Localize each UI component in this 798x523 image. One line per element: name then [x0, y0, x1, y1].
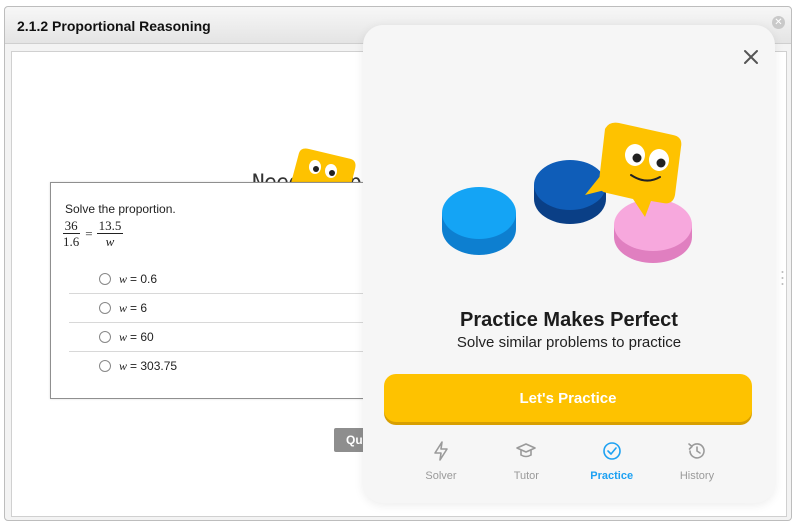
radio-button[interactable]	[99, 273, 111, 285]
light-blue-disc-icon	[442, 187, 516, 255]
proportion-equation: 36 1.6 = 13.5 w	[59, 218, 125, 249]
answer-choice[interactable]: w = 303.75	[69, 352, 389, 380]
lets-practice-button[interactable]: Let's Practice	[384, 374, 752, 422]
left-fraction: 36 1.6	[61, 218, 81, 249]
left-numerator: 36	[62, 218, 80, 234]
answer-choice[interactable]: w = 6	[69, 294, 389, 323]
right-numerator: 13.5	[96, 218, 124, 234]
panel-title: Practice Makes Perfect	[460, 309, 678, 331]
bottom-tab-bar: Solver Tutor Practice History	[403, 440, 735, 484]
question-prompt: Solve the proportion.	[65, 202, 176, 216]
question-card: Solve the proportion. 36 1.6 = 13.5 w w …	[50, 182, 389, 399]
history-icon	[688, 443, 705, 459]
lightning-icon	[434, 441, 448, 461]
graduation-cap-icon	[516, 443, 537, 458]
equals-sign: =	[85, 225, 93, 241]
tab-label: Solver	[425, 470, 457, 482]
radio-button[interactable]	[99, 302, 111, 314]
answer-choices: w = 0.6 w = 6 w = 60 w = 303.75	[69, 265, 389, 380]
right-denominator: w	[105, 234, 115, 249]
practice-illustration	[442, 122, 692, 263]
tab-tutor[interactable]: Tutor	[488, 440, 564, 484]
window-title: 2.1.2 Proportional Reasoning	[17, 18, 211, 34]
check-circle-icon	[602, 442, 621, 460]
right-fraction: 13.5 w	[96, 218, 124, 249]
tab-label: Tutor	[513, 470, 539, 482]
left-denominator: 1.6	[63, 234, 80, 249]
choice-variable: w	[119, 329, 128, 344]
choice-text: = 0.6	[130, 272, 158, 286]
tab-practice[interactable]: Practice	[574, 440, 650, 484]
tab-solver[interactable]: Solver	[403, 440, 479, 484]
choice-text: = 303.75	[130, 359, 178, 373]
choice-variable: w	[119, 358, 128, 373]
mascot-peek-icon	[291, 148, 356, 185]
tab-label: History	[679, 470, 715, 482]
radio-button[interactable]	[99, 360, 111, 372]
pink-disc-icon	[614, 199, 692, 263]
choice-text: = 6	[130, 301, 148, 315]
choice-variable: w	[119, 271, 128, 286]
tab-history[interactable]: History	[659, 440, 735, 484]
choice-text: = 60	[130, 330, 154, 344]
choice-variable: w	[119, 300, 128, 315]
answer-choice[interactable]: w = 60	[69, 323, 389, 352]
radio-button[interactable]	[99, 331, 111, 343]
panel-subtitle: Solve similar problems to practice	[456, 334, 682, 351]
tab-label: Practice	[590, 470, 634, 482]
answer-choice[interactable]: w = 0.6	[69, 265, 389, 294]
scroll-handle-icon[interactable]	[781, 270, 784, 286]
help-panel: Practice Makes Perfect Solve similar pro…	[363, 25, 775, 503]
